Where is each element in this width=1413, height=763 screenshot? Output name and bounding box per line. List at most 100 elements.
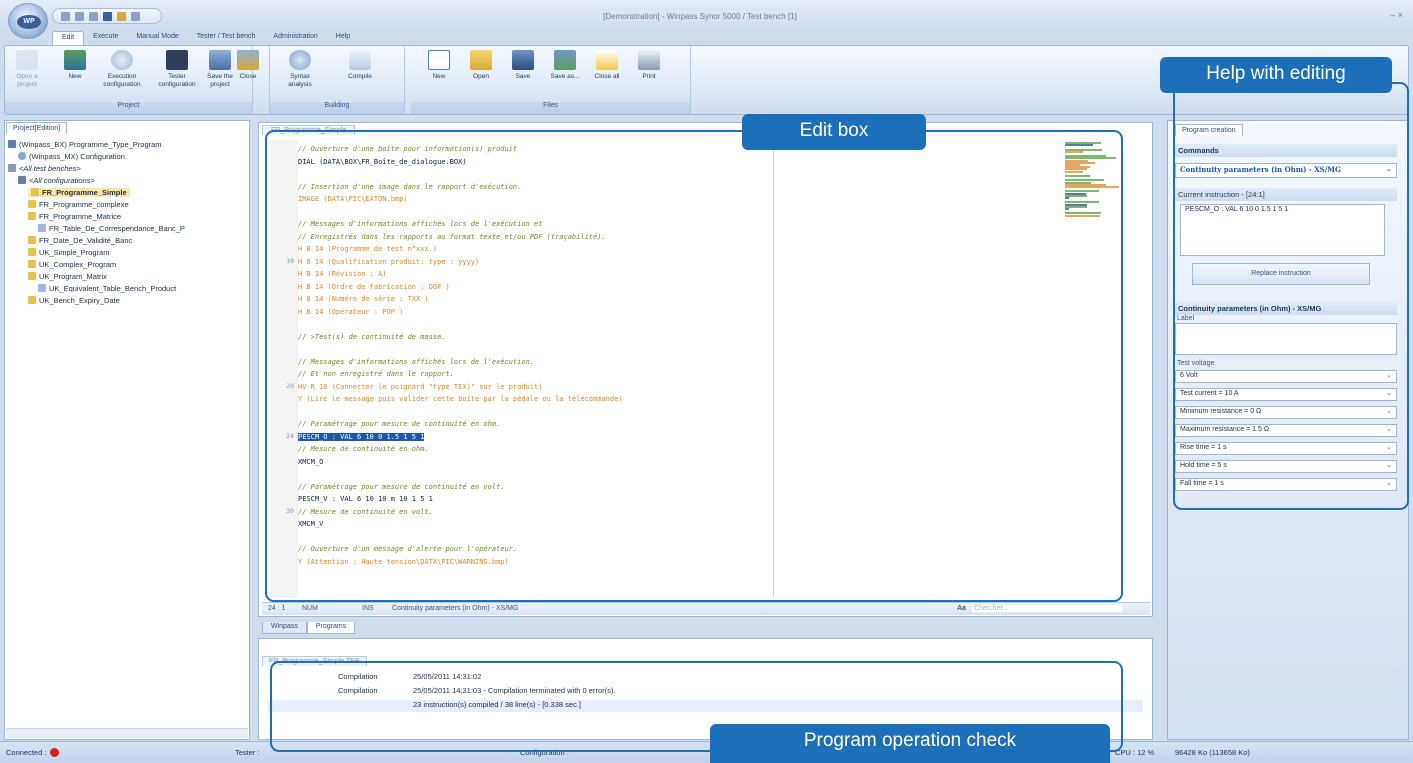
tree-item[interactable]: UK_Simple_Program <box>28 248 109 257</box>
file-icon <box>28 296 36 304</box>
new-file-icon <box>428 50 450 70</box>
tree-item[interactable]: UK_Complex_Program <box>28 260 116 269</box>
ribbon-group-label: Building <box>270 102 404 114</box>
printer-icon <box>638 50 660 70</box>
line-number: 24 <box>286 431 294 440</box>
tab-project-edition[interactable]: Project[Edition] <box>6 122 68 134</box>
disconnected-indicator-icon <box>50 748 59 757</box>
window-controls[interactable]: – × <box>1390 10 1403 20</box>
configurations-icon <box>18 176 26 184</box>
menu-execute[interactable]: Execute <box>84 31 127 45</box>
bottom-tab-strip: Winpass Programs <box>262 622 356 634</box>
memory-usage: 96428 Ko (113658 Ko) <box>1175 748 1250 757</box>
edit-box-outline <box>265 130 1123 602</box>
table-icon <box>38 284 46 292</box>
menu-help[interactable]: Help <box>327 31 359 45</box>
edit-box-callout: Edit box <box>742 114 926 150</box>
horizontal-scrollbar[interactable] <box>6 728 248 738</box>
file-icon <box>28 200 36 208</box>
configuration-icon <box>18 152 26 160</box>
line-number: 20 <box>286 381 294 390</box>
tester-config-icon <box>166 50 188 70</box>
ribbon-group-label: Project <box>5 102 252 114</box>
tab-winpass[interactable]: Winpass <box>262 622 307 634</box>
ribbon-group-files: New Open Save Save as... Close all Print… <box>411 46 691 114</box>
window-title: [Demonstration] - Winpass Synor 5000 / T… <box>603 12 797 21</box>
program-icon <box>8 140 16 148</box>
cursor-position: 24 : 1 <box>268 605 286 612</box>
tree-item[interactable]: UK_Program_Matrix <box>28 272 107 281</box>
tester-configuration-button[interactable]: Tester configuration <box>155 50 199 89</box>
cpu-usage: CPU : 12 % <box>1115 748 1155 757</box>
ribbon-group-label: Files <box>411 102 690 114</box>
folder-icon[interactable] <box>117 12 126 21</box>
tester-status: Tester : <box>235 748 260 757</box>
menu-bar: Edit Execute Manual Mode Tester / Test b… <box>52 31 359 45</box>
tree-item[interactable]: FR_Programme_complexe <box>28 200 129 209</box>
bench-icon <box>8 164 16 172</box>
app-menu-button[interactable]: WP <box>8 3 48 39</box>
tree-item[interactable]: FR_Date_De_Validité_Banc <box>28 236 132 245</box>
help-with-editing-callout: Help with editing <box>1160 57 1392 93</box>
tree-item-fr-programme-simple[interactable]: FR_Programme_Simple <box>28 188 130 197</box>
new-project-icon <box>64 50 86 70</box>
new-project-button[interactable]: New <box>55 50 95 81</box>
save-icon[interactable] <box>103 12 112 21</box>
menu-administration[interactable]: Administration <box>264 31 326 45</box>
compile-icon <box>349 50 371 70</box>
project-open-icon <box>16 50 38 70</box>
tree-all-test-benches[interactable]: <All test benches> <box>8 164 81 173</box>
redo-icon[interactable] <box>89 12 98 21</box>
execution-configuration-button[interactable]: Execution configuration <box>97 50 147 89</box>
editor-status-bar: 24 : 1 NUM INS Continuity parameters (in… <box>262 602 1150 615</box>
file-icon <box>28 212 36 220</box>
ribbon-group-building: Syntax analysis Compile Building <box>269 46 405 114</box>
menu-manual-mode[interactable]: Manual Mode <box>127 31 187 45</box>
table-icon <box>38 224 46 232</box>
print-icon[interactable] <box>131 12 140 21</box>
execution-config-icon <box>111 50 133 70</box>
tree-item[interactable]: UK_Equivalent_Table_Bench_Product <box>38 284 176 293</box>
tree-all-configurations[interactable]: <All configurations> <box>18 176 95 185</box>
menu-edit[interactable]: Edit <box>52 31 85 45</box>
save-project-button[interactable]: Save the project <box>205 50 235 89</box>
line-number: 30 <box>286 506 294 515</box>
tree-item[interactable]: UK_Bench_Expiry_Date <box>28 296 120 305</box>
ribbon-group-project: Open a project New Execution configurati… <box>5 46 253 114</box>
tree-item[interactable]: FR_Programme_Matrice <box>28 212 121 221</box>
tab-programs[interactable]: Programs <box>306 622 356 634</box>
open-file-button[interactable]: Open <box>461 50 501 81</box>
close-project-button[interactable]: Close <box>233 50 263 81</box>
quick-access-toolbar[interactable] <box>52 8 162 24</box>
tree-item[interactable]: FR_Table_De_Correspendance_Banc_P <box>38 224 185 233</box>
syntax-analysis-button[interactable]: Syntax analysis <box>280 50 320 89</box>
help-with-editing-outline <box>1173 82 1409 510</box>
file-icon <box>28 260 36 268</box>
floppy-icon <box>512 50 534 70</box>
file-icon <box>28 248 36 256</box>
close-project-icon <box>237 50 259 70</box>
save-file-button[interactable]: Save <box>503 50 543 81</box>
close-all-icon <box>596 50 618 70</box>
save-as-button[interactable]: Save as... <box>545 50 585 81</box>
file-icon <box>28 236 36 244</box>
compile-button[interactable]: Compile <box>340 50 380 81</box>
insert-mode-indicator: INS <box>362 605 374 612</box>
close-all-button[interactable]: Close all <box>587 50 627 81</box>
num-lock-indicator: NUM <box>302 605 318 612</box>
case-toggle[interactable]: Aa <box>957 605 966 612</box>
search-input[interactable]: Chercher... <box>972 605 1122 612</box>
print-button[interactable]: Print <box>629 50 669 81</box>
undo-icon[interactable] <box>75 12 84 21</box>
app-logo: WP <box>17 15 41 29</box>
new-file-button[interactable]: New <box>419 50 459 81</box>
file-icon <box>28 272 36 280</box>
tree-root-program[interactable]: (Winpass_BX) Programme_Type_Program <box>8 140 162 149</box>
connection-status: Connected : <box>6 748 47 757</box>
magnifier-icon <box>289 50 311 70</box>
open-icon[interactable] <box>61 12 70 21</box>
menu-tester[interactable]: Tester / Test bench <box>188 31 265 45</box>
file-icon <box>31 188 39 196</box>
tree-configuration[interactable]: (Winpass_MX) Configuration <box>18 152 125 161</box>
open-project-button[interactable]: Open a project <box>7 50 47 89</box>
